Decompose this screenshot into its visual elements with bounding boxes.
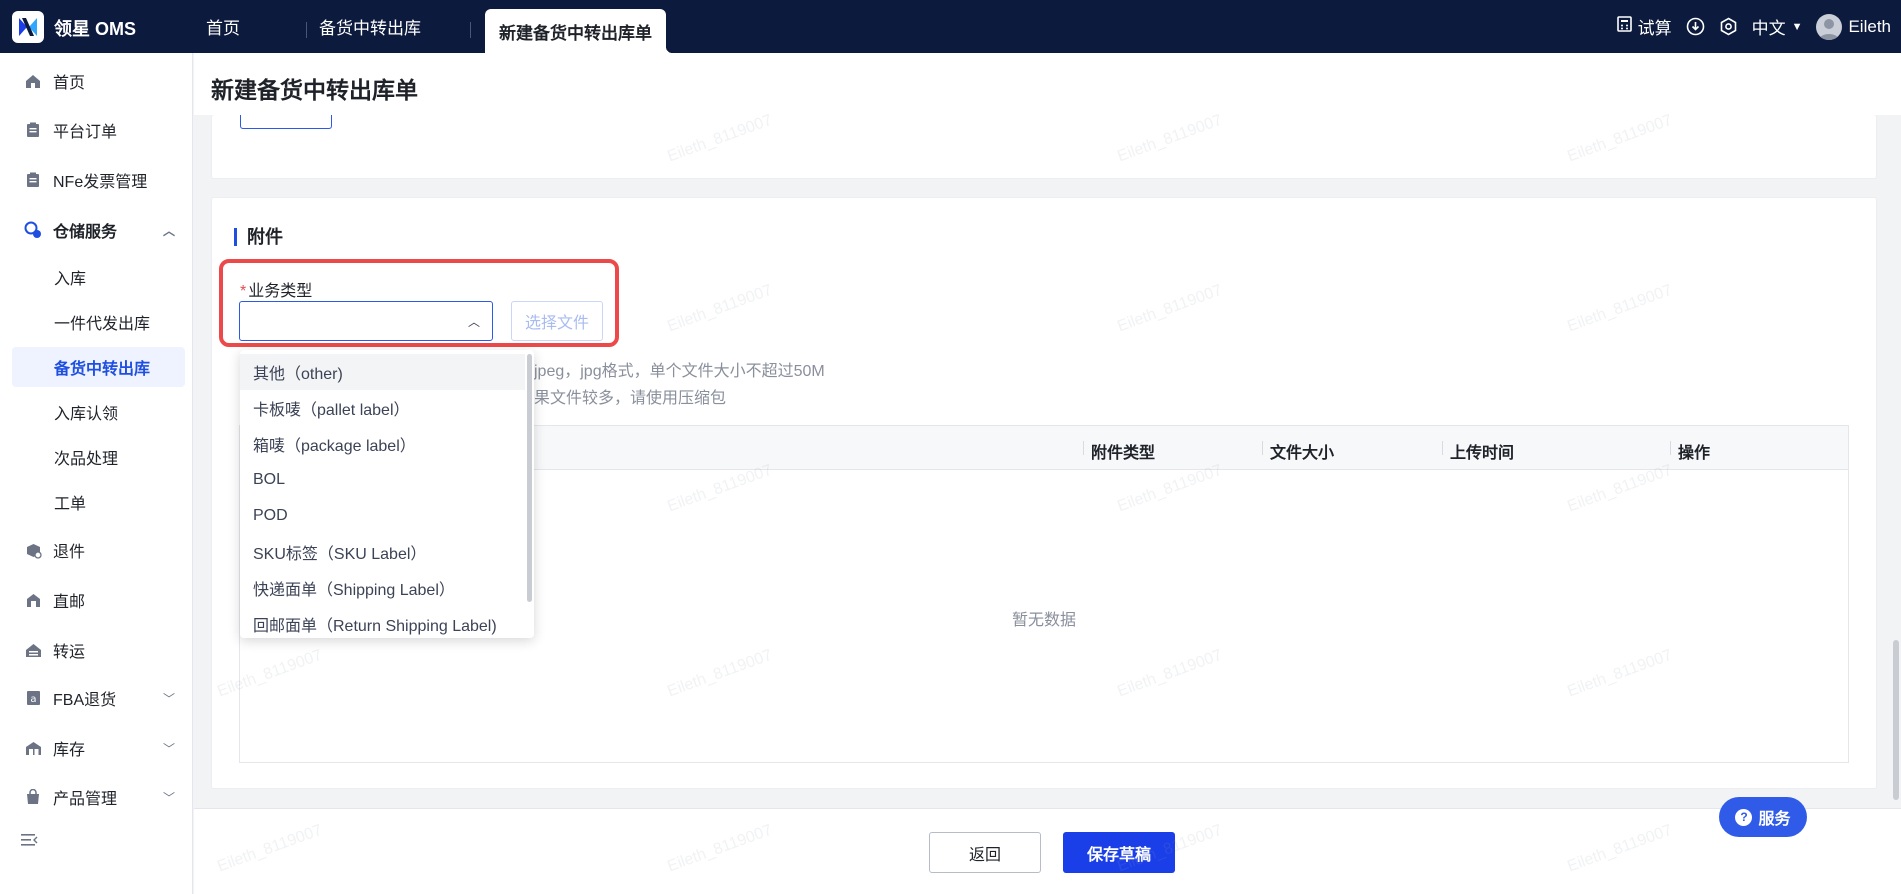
column-actions: 操作 xyxy=(1670,439,1710,463)
collapse-menu-icon[interactable] xyxy=(20,832,38,853)
home-icon xyxy=(24,72,42,90)
upload-hint-format: jpeg，jpg格式，单个文件大小不超过50M xyxy=(534,363,825,380)
option-shipping-label[interactable]: 快递面单（Shipping Label） xyxy=(240,570,525,606)
amazon-icon: a xyxy=(24,689,42,707)
sidebar-item-inbound-claim[interactable]: 入库认领 xyxy=(12,392,185,432)
option-pallet-label[interactable]: 卡板唛（pallet label） xyxy=(240,390,525,426)
chevron-down-icon: ﹀ xyxy=(162,691,175,706)
sidebar-item-defect-handling[interactable]: 次品处理 xyxy=(12,437,185,477)
sidebar-item-label: 库存 xyxy=(53,742,86,759)
top-bar: 领星 OMS 首页 备货中转出库 新建备货中转出库单 试算 中文 ▼ Eilet… xyxy=(0,0,1901,53)
clipboard-icon xyxy=(24,121,42,139)
language-label: 中文 xyxy=(1751,19,1786,38)
trial-calc-label: 试算 xyxy=(1637,19,1672,38)
sidebar-item-nfe-invoice[interactable]: NFe发票管理 xyxy=(12,160,185,200)
sidebar-item-label: 直邮 xyxy=(53,594,86,611)
service-label: 服务 xyxy=(1758,811,1791,828)
tab-divider xyxy=(306,22,307,38)
sidebar-item-warehouse-services[interactable]: 仓储服务 ︿ xyxy=(12,210,185,250)
settings-icon[interactable] xyxy=(1719,17,1738,36)
highlight-frame xyxy=(219,259,619,347)
option-bol[interactable]: BOL xyxy=(240,462,525,498)
app-name: 领星 OMS xyxy=(54,19,137,39)
sidebar-item-product-management[interactable]: 产品管理 ﹀ xyxy=(12,777,185,817)
sidebar-item-label: 首页 xyxy=(53,75,86,92)
tab-divider xyxy=(470,22,471,38)
sidebar-item-inbound[interactable]: 入库 xyxy=(12,257,185,297)
return-box-icon xyxy=(24,541,42,559)
column-attachment-type: 附件类型 xyxy=(1083,439,1155,463)
option-sku-label[interactable]: SKU标签（SKU Label） xyxy=(240,534,525,570)
section-title-attachment: 附件 xyxy=(234,228,283,246)
mailbox-icon xyxy=(24,591,42,609)
page-header: 新建备货中转出库单 xyxy=(194,53,1901,115)
avatar xyxy=(1816,13,1843,40)
warehouse-icon xyxy=(24,221,42,239)
sidebar-item-home[interactable]: 首页 xyxy=(12,61,185,101)
dropdown-scrollbar[interactable] xyxy=(527,354,532,602)
trial-calc-button[interactable]: 试算 xyxy=(1616,14,1672,39)
chevron-down-icon: ﹀ xyxy=(162,790,175,805)
download-icon[interactable] xyxy=(1686,17,1705,36)
sidebar-item-label: 仓储服务 xyxy=(53,224,118,241)
business-type-dropdown: 其他（other) 卡板唛（pallet label） 箱唛（package l… xyxy=(240,350,534,638)
sidebar-item-dropship-outbound[interactable]: 一件代发出库 xyxy=(12,302,185,342)
app-logo-icon[interactable] xyxy=(12,11,44,43)
page-title: 新建备货中转出库单 xyxy=(211,77,418,103)
caret-down-icon: ▼ xyxy=(1791,20,1803,33)
user-name: Eileth xyxy=(1848,16,1891,36)
clipboard-icon xyxy=(24,171,42,189)
sidebar-item-platform-orders[interactable]: 平台订单 xyxy=(12,110,185,150)
transit-icon xyxy=(24,641,42,659)
add-button-partial[interactable] xyxy=(240,115,332,129)
sidebar-item-returns[interactable]: 退件 xyxy=(12,530,185,570)
option-package-label[interactable]: 箱唛（package label） xyxy=(240,426,525,462)
inventory-icon xyxy=(24,739,42,757)
upload-hint-compress: 果文件较多，请使用压缩包 xyxy=(534,390,727,407)
page-scrollbar[interactable] xyxy=(1893,640,1899,800)
sidebar-item-work-order[interactable]: 工单 xyxy=(12,482,185,522)
sidebar-item-label: NFe发票管理 xyxy=(53,174,148,191)
sidebar-item-label: 退件 xyxy=(53,544,86,561)
back-button[interactable]: 返回 xyxy=(929,832,1041,873)
option-other[interactable]: 其他（other) xyxy=(240,354,525,390)
column-file-size: 文件大小 xyxy=(1262,439,1334,463)
sidebar-item-stock-transfer-outbound[interactable]: 备货中转出库 xyxy=(12,347,185,387)
user-menu[interactable]: Eileth xyxy=(1816,13,1891,40)
sidebar-item-inventory[interactable]: 库存 ﹀ xyxy=(12,728,185,768)
chevron-up-icon: ︿ xyxy=(162,223,175,238)
shopping-bag-icon xyxy=(24,788,42,806)
svg-text:a: a xyxy=(30,694,36,705)
option-return-shipping-label[interactable]: 回邮面单（Return Shipping Label) xyxy=(240,606,525,638)
chevron-down-icon: ﹀ xyxy=(162,741,175,756)
sidebar-item-transit[interactable]: 转运 xyxy=(12,630,185,670)
footer-bar: 返回 保存草稿 xyxy=(194,808,1901,894)
sidebar-item-label: 转运 xyxy=(53,644,86,661)
tab-new-stock-transfer-outbound[interactable]: 新建备货中转出库单 xyxy=(485,9,672,53)
sidebar-item-label: 平台订单 xyxy=(53,124,118,141)
service-button[interactable]: ? 服务 xyxy=(1719,797,1807,837)
tab-stock-transfer-outbound[interactable]: 备货中转出库 xyxy=(319,0,421,53)
language-select[interactable]: 中文 ▼ xyxy=(1752,14,1803,39)
top-right-tools: 试算 中文 ▼ Eileth xyxy=(1616,0,1891,53)
previous-section-card xyxy=(211,115,1877,179)
sidebar-item-direct-mail[interactable]: 直邮 xyxy=(12,580,185,620)
option-pod[interactable]: POD xyxy=(240,498,525,534)
sidebar: 首页 平台订单 NFe发票管理 仓储服务 ︿ 入库 一件代发出库 备货中转出库 … xyxy=(0,53,193,894)
help-icon: ? xyxy=(1735,808,1753,826)
sidebar-item-label: FBA退货 xyxy=(53,692,117,709)
sidebar-item-fba-returns[interactable]: a FBA退货 ﹀ xyxy=(12,678,185,718)
calculator-icon xyxy=(1616,16,1632,37)
column-upload-time: 上传时间 xyxy=(1442,439,1514,463)
sidebar-item-label: 产品管理 xyxy=(53,791,118,808)
tab-home[interactable]: 首页 xyxy=(206,0,240,53)
